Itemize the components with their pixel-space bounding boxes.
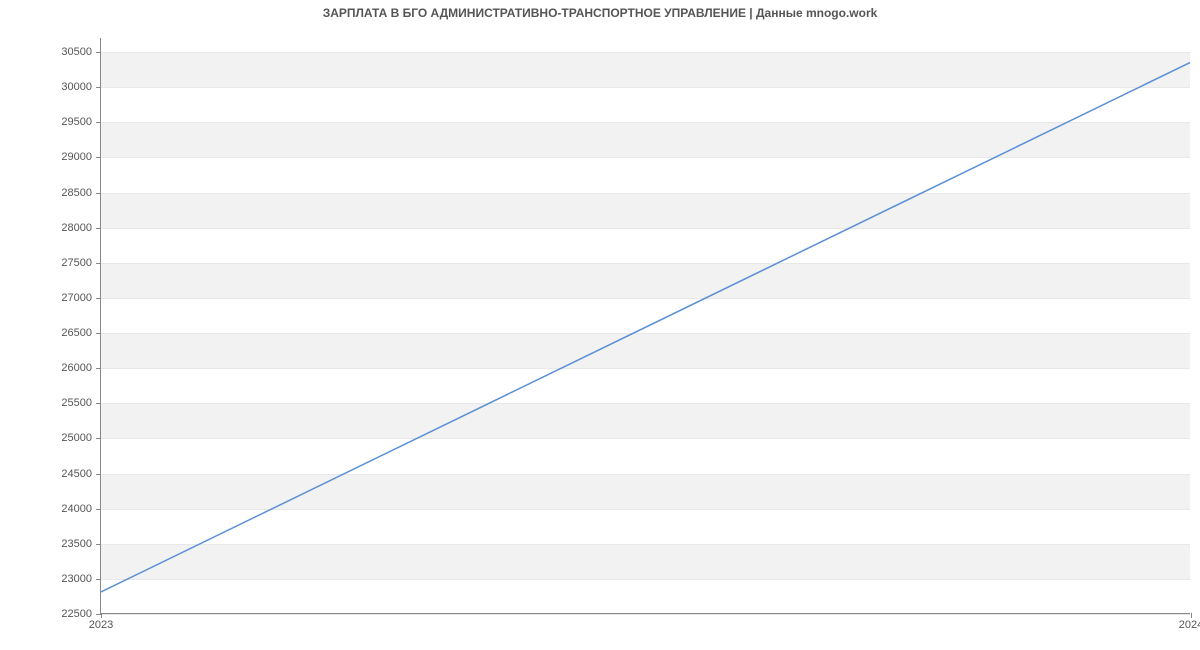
x-tick bbox=[1191, 613, 1192, 618]
y-tick bbox=[96, 368, 101, 369]
y-axis-label: 24000 bbox=[12, 503, 92, 515]
line-series bbox=[101, 38, 1190, 613]
y-tick bbox=[96, 509, 101, 510]
y-axis-label: 28000 bbox=[12, 222, 92, 234]
y-tick bbox=[96, 333, 101, 334]
y-axis-label: 29500 bbox=[12, 116, 92, 128]
y-tick bbox=[96, 298, 101, 299]
y-tick bbox=[96, 579, 101, 580]
chart-title: ЗАРПЛАТА В БГО АДМИНИСТРАТИВНО-ТРАНСПОРТ… bbox=[0, 6, 1200, 20]
y-tick bbox=[96, 87, 101, 88]
y-tick bbox=[96, 438, 101, 439]
y-axis-label: 30500 bbox=[12, 46, 92, 58]
y-tick bbox=[96, 403, 101, 404]
chart-container: ЗАРПЛАТА В БГО АДМИНИСТРАТИВНО-ТРАНСПОРТ… bbox=[0, 0, 1200, 650]
y-axis-label: 29000 bbox=[12, 151, 92, 163]
y-axis-label: 30000 bbox=[12, 81, 92, 93]
y-axis-label: 23500 bbox=[12, 538, 92, 550]
y-axis-label: 22500 bbox=[12, 608, 92, 620]
y-axis-label: 25000 bbox=[12, 432, 92, 444]
y-tick bbox=[96, 193, 101, 194]
x-axis-label: 2024 bbox=[1179, 619, 1200, 631]
y-tick bbox=[96, 122, 101, 123]
plot-area: 20232024 bbox=[100, 38, 1190, 614]
data-line bbox=[101, 63, 1190, 592]
y-tick bbox=[96, 474, 101, 475]
y-axis-label: 24500 bbox=[12, 468, 92, 480]
y-axis-label: 27500 bbox=[12, 257, 92, 269]
x-tick bbox=[101, 613, 102, 618]
grid-line bbox=[101, 614, 1190, 615]
y-axis-label: 27000 bbox=[12, 292, 92, 304]
y-tick bbox=[96, 157, 101, 158]
y-tick bbox=[96, 263, 101, 264]
x-axis-label: 2023 bbox=[89, 619, 113, 631]
y-axis-label: 25500 bbox=[12, 397, 92, 409]
y-tick bbox=[96, 52, 101, 53]
y-tick bbox=[96, 228, 101, 229]
y-tick bbox=[96, 544, 101, 545]
y-axis-label: 26000 bbox=[12, 362, 92, 374]
y-axis-label: 23000 bbox=[12, 573, 92, 585]
y-axis-label: 26500 bbox=[12, 327, 92, 339]
y-axis-label: 28500 bbox=[12, 187, 92, 199]
